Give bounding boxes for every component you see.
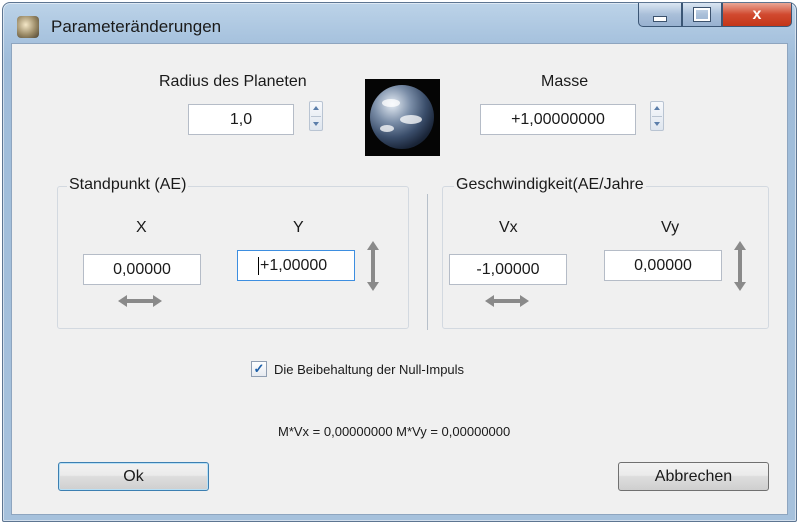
cancel-button[interactable]: Abbrechen xyxy=(618,462,769,491)
mass-label: Masse xyxy=(541,73,589,90)
horizontal-arrows-icon xyxy=(118,295,162,307)
title-bar[interactable]: Parameteränderungen x xyxy=(3,3,796,45)
velocity-group-title: Geschwindigkeit(AE/Jahre xyxy=(454,176,646,194)
checkmark-icon: ✓ xyxy=(253,361,265,376)
maximize-button[interactable] xyxy=(682,3,722,27)
group-separator xyxy=(427,194,428,330)
vy-label: Vy xyxy=(661,219,680,236)
close-button[interactable]: x xyxy=(722,3,792,27)
close-icon: x xyxy=(752,5,762,23)
x-label: X xyxy=(136,219,147,236)
vy-input[interactable]: 0,00000 xyxy=(604,250,722,281)
mass-input[interactable]: +1,00000000 xyxy=(480,104,636,135)
app-icon xyxy=(17,16,39,38)
text-caret xyxy=(258,256,259,275)
zero-momentum-checkbox[interactable]: ✓ xyxy=(251,361,267,377)
window-title: Parameteränderungen xyxy=(51,17,222,36)
vertical-arrows-icon xyxy=(734,241,746,291)
radius-input[interactable]: 1,0 xyxy=(188,104,294,135)
zero-momentum-label: Die Beibehaltung der Null-Impuls xyxy=(274,362,465,377)
ok-button[interactable]: Ok xyxy=(58,462,209,491)
caption-buttons: x xyxy=(638,3,792,27)
y-input-value: +1,00000 xyxy=(260,256,328,274)
vx-input[interactable]: -1,00000 xyxy=(449,254,567,285)
horizontal-arrows-icon xyxy=(485,295,529,307)
minimize-button[interactable] xyxy=(638,3,682,27)
minimize-icon xyxy=(653,15,667,22)
vertical-arrows-icon xyxy=(367,241,379,291)
y-label: Y xyxy=(293,219,304,236)
vx-label: Vx xyxy=(499,219,518,236)
mass-spinner[interactable] xyxy=(650,101,664,131)
x-input[interactable]: 0,00000 xyxy=(83,254,201,285)
y-input[interactable]: +1,00000 xyxy=(237,250,355,281)
earth-globe-icon xyxy=(370,85,434,149)
radius-label: Radius des Planeten xyxy=(159,73,307,90)
position-group-title: Standpunkt (AE) xyxy=(67,176,189,194)
maximize-icon xyxy=(693,7,711,22)
dialog-window: Parameteränderungen x Radius des Planete… xyxy=(2,2,797,522)
planet-image xyxy=(365,79,440,156)
dialog-client-area: Radius des Planeten 1,0 Masse +1,0000000… xyxy=(11,43,788,515)
momentum-readout: M*Vx = 0,00000000 M*Vy = 0,00000000 xyxy=(278,424,511,439)
radius-spinner[interactable] xyxy=(309,101,323,131)
